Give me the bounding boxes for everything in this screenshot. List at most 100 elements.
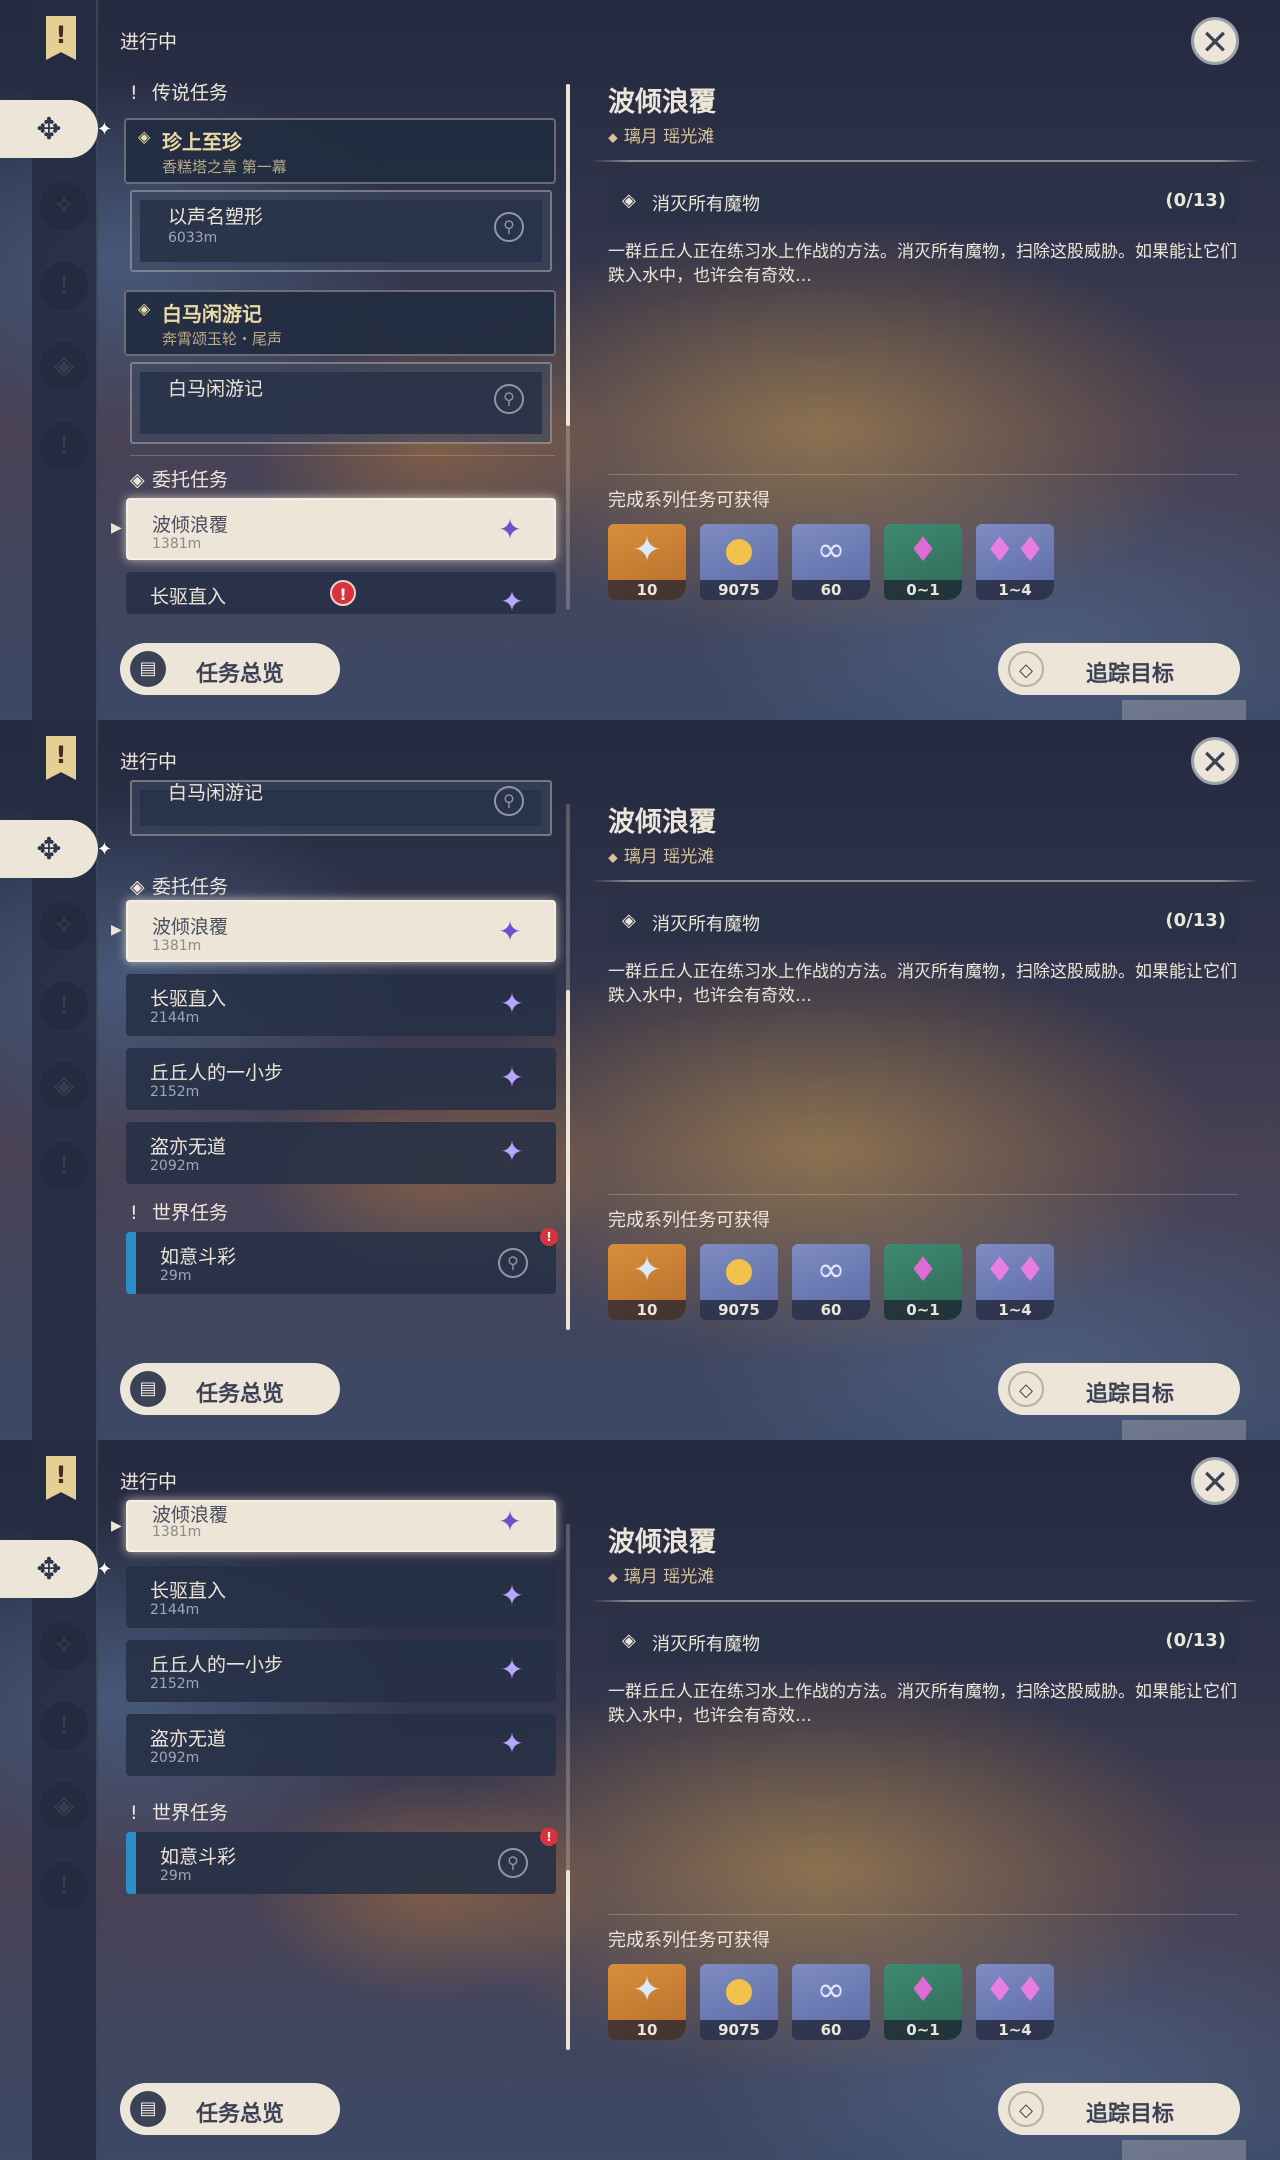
close-button[interactable]: ✕ [1191, 737, 1239, 785]
detail-location: 璃月 瑶光滩 [608, 1562, 714, 1587]
mora-icon: ● [724, 1250, 754, 1290]
track-objective-button[interactable]: ◇ 追踪目标 [998, 2083, 1240, 2135]
quest-distance: 2152m [150, 1084, 200, 1100]
legend-step-1[interactable]: 以声名塑形 6033m ⚲ [130, 190, 552, 272]
quest-list-scrollbar[interactable] [566, 84, 570, 610]
mora-icon: ● [724, 530, 754, 570]
scrollbar-thumb[interactable] [566, 1870, 570, 2050]
reward-divider [608, 474, 1238, 475]
alert-badge-icon: ! [540, 1228, 558, 1246]
scrollbar-thumb[interactable] [566, 990, 570, 1330]
location-pin-icon[interactable]: ⚲ [498, 1248, 528, 1278]
chapter-subtitle: 奔霄颂玉轮・尾声 [162, 330, 283, 348]
track-objective-button[interactable]: ◇ 追踪目标 [998, 1363, 1240, 1415]
quest-overview-button[interactable]: ▤ 任务总览 [120, 2083, 340, 2135]
commission-item-selected[interactable]: 波倾浪覆 1381m ✦ [126, 498, 556, 560]
location-pin-icon[interactable]: ⚲ [494, 384, 524, 414]
detail-location: 璃月 瑶光滩 [608, 842, 714, 867]
quest-title: 丘丘人的一小步 [150, 1062, 284, 1084]
crystal-cluster-reward[interactable]: ♦♦ 1~4 [976, 524, 1054, 600]
commission-star-icon: ✦ [500, 1579, 524, 1612]
quest-distance: 2092m [150, 1750, 200, 1766]
nav-tab-all-quests[interactable]: ✥ ✦ [0, 820, 112, 878]
quest-list-scrollbar[interactable] [566, 804, 570, 1330]
quest-distance: 29m [160, 1268, 192, 1284]
scrollbar-thumb[interactable] [566, 84, 570, 426]
step-title: 白马闲游记 [168, 378, 264, 400]
objective-icon: ◈ [622, 910, 636, 931]
detail-description: 一群丘丘人正在练习水上作战的方法。消灭所有魔物，扫除这股威胁。如果能让它们跌入水… [608, 242, 1237, 286]
crystal-cluster-reward[interactable]: ♦♦ 1~4 [976, 1244, 1054, 1320]
quest-title: 长驱直入 [150, 988, 227, 1010]
primogem-reward[interactable]: ✦ 10 [608, 1244, 686, 1320]
commission-star-icon: ✦ [500, 1135, 524, 1168]
quest-distance: 29m [160, 1868, 192, 1884]
legend-step-2[interactable]: 白马闲游记 ⚲ [130, 780, 552, 836]
chapter-subtitle: 香糕塔之章 第一幕 [162, 158, 287, 176]
commission-item[interactable]: 长驱直入 2144m ✦ [126, 974, 556, 1036]
commission-item[interactable]: 长驱直入 ! ✦ [126, 572, 556, 614]
mora-reward[interactable]: ● 9075 [700, 524, 778, 600]
primogem-reward[interactable]: ✦ 10 [608, 524, 686, 600]
step-distance: 6033m [168, 230, 218, 246]
adventure-exp-reward[interactable]: ∞ 60 [792, 1244, 870, 1320]
legend-chapter-1[interactable]: 珍上至珍 香糕塔之章 第一幕 [124, 118, 556, 184]
commission-item[interactable]: 盗亦无道 2092m ✦ [126, 1122, 556, 1184]
location-pin-icon[interactable]: ⚲ [498, 1848, 528, 1878]
quest-title: 长驱直入 [150, 1580, 227, 1602]
corner-tab [1122, 2140, 1246, 2160]
commission-item-selected[interactable]: 波倾浪覆 1381m ✦ [126, 1500, 556, 1552]
commission-item-selected[interactable]: 波倾浪覆 1381m ✦ [126, 900, 556, 962]
detail-description: 一群丘丘人正在练习水上作战的方法。消灭所有魔物，扫除这股威胁。如果能让它们跌入水… [608, 1682, 1237, 1726]
crystal-chunk-reward[interactable]: ♦ 0~1 [884, 1244, 962, 1320]
objective-row: ◈ 消灭所有魔物 (0/13) [608, 900, 1238, 944]
commission-item[interactable]: 盗亦无道 2092m ✦ [126, 1714, 556, 1776]
world-quest-item[interactable]: 如意斗彩 29m ⚲ ! [126, 1228, 558, 1294]
section-header-world: ! 世界任务 [130, 1202, 229, 1224]
nav-tab-all-quests[interactable]: ✥ ✦ [0, 100, 112, 158]
rewards-title: 完成系列任务可获得 [608, 490, 770, 511]
track-diamond-icon: ◇ [1008, 651, 1044, 687]
status-label: 进行中 [120, 751, 178, 773]
objective-progress: (0/13) [1165, 1630, 1226, 1651]
commission-star-icon: ✦ [498, 915, 522, 948]
primogem-icon: ✦ [632, 1970, 662, 2010]
legend-step-2[interactable]: 白马闲游记 ⚲ [130, 362, 552, 444]
location-pin-icon[interactable]: ⚲ [494, 786, 524, 816]
quest-distance: 2092m [150, 1158, 200, 1174]
commission-item[interactable]: 丘丘人的一小步 2152m ✦ [126, 1640, 556, 1702]
detail-title: 波倾浪覆 [608, 87, 716, 118]
track-objective-button[interactable]: ◇ 追踪目标 [998, 643, 1240, 695]
mora-reward[interactable]: ● 9075 [700, 1964, 778, 2040]
commission-item[interactable]: 长驱直入 2144m ✦ [126, 1566, 556, 1628]
adventure-exp-reward[interactable]: ∞ 60 [792, 524, 870, 600]
corner-tab [1122, 1420, 1246, 1440]
location-pin-icon[interactable]: ⚲ [494, 212, 524, 242]
legend-chapter-2[interactable]: 白马闲游记 奔霄颂玉轮・尾声 [124, 290, 556, 356]
quest-list-scrollbar[interactable] [566, 1524, 570, 2050]
detail-divider [590, 880, 1260, 882]
mora-reward[interactable]: ● 9075 [700, 1244, 778, 1320]
quest-overview-button[interactable]: ▤ 任务总览 [120, 1363, 340, 1415]
commission-icon: ◈ [130, 876, 145, 898]
detail-description: 一群丘丘人正在练习水上作战的方法。消灭所有魔物，扫除这股威胁。如果能让它们跌入水… [608, 962, 1237, 1006]
close-button[interactable]: ✕ [1191, 1457, 1239, 1505]
commission-item[interactable]: 丘丘人的一小步 2152m ✦ [126, 1048, 556, 1110]
quest-overview-button[interactable]: ▤ 任务总览 [120, 643, 340, 695]
crystal-chunk-reward[interactable]: ♦ 0~1 [884, 1964, 962, 2040]
crystal-cluster-icon: ♦♦ [984, 1250, 1046, 1290]
crystal-chunk-icon: ♦ [907, 530, 939, 570]
crystal-cluster-reward[interactable]: ♦♦ 1~4 [976, 1964, 1054, 2040]
adventure-exp-reward[interactable]: ∞ 60 [792, 1964, 870, 2040]
quest-book-icon: ▤ [130, 651, 166, 687]
commission-star-icon: ✦ [500, 987, 524, 1020]
crystal-chunk-reward[interactable]: ♦ 0~1 [884, 524, 962, 600]
objective-icon: ◈ [622, 190, 636, 211]
status-label: 进行中 [120, 1471, 178, 1493]
primogem-reward[interactable]: ✦ 10 [608, 1964, 686, 2040]
close-button[interactable]: ✕ [1191, 17, 1239, 65]
quest-title: 盗亦无道 [150, 1136, 227, 1158]
nav-tab-all-quests[interactable]: ✥ ✦ [0, 1540, 112, 1598]
chapter-title: 珍上至珍 [138, 126, 242, 155]
world-quest-item[interactable]: 如意斗彩 29m ⚲ ! [126, 1828, 558, 1894]
